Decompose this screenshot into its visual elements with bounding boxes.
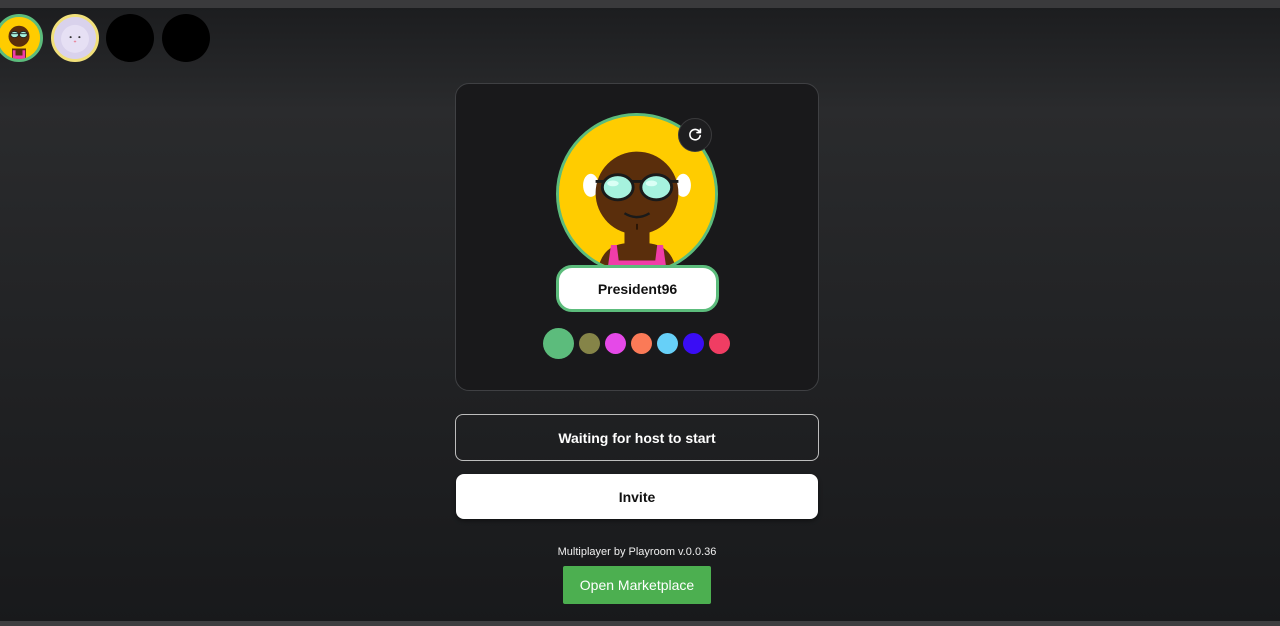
open-marketplace-button[interactable]: Open Marketplace xyxy=(563,566,711,604)
player-name-field[interactable]: President96 xyxy=(556,265,719,312)
profile-card: President96 xyxy=(455,83,819,391)
invite-label: Invite xyxy=(618,488,656,505)
sunglasses-face-icon xyxy=(0,17,40,59)
color-swatch-1[interactable] xyxy=(543,328,574,359)
waiting-label: Waiting for host to start xyxy=(558,429,716,446)
marketplace-label: Open Marketplace xyxy=(579,577,695,593)
top-bar xyxy=(0,0,1280,8)
player-slot-empty-4 xyxy=(162,14,210,62)
bunny-face-icon xyxy=(54,17,96,59)
player-avatar-2[interactable] xyxy=(51,14,99,62)
color-swatch-3[interactable] xyxy=(605,333,626,354)
invite-button[interactable]: Invite xyxy=(456,474,818,519)
color-swatch-6[interactable] xyxy=(683,333,704,354)
color-swatch-5[interactable] xyxy=(657,333,678,354)
bottom-bar xyxy=(0,621,1280,626)
player-slot-empty-3 xyxy=(106,14,154,62)
color-swatch-7[interactable] xyxy=(709,333,730,354)
waiting-for-host-status: Waiting for host to start xyxy=(455,414,819,461)
refresh-avatar-button[interactable] xyxy=(678,118,712,152)
avatar-container xyxy=(556,113,718,275)
color-swatch-4[interactable] xyxy=(631,333,652,354)
player-name-text: President96 xyxy=(597,280,678,297)
color-swatch-2[interactable] xyxy=(579,333,600,354)
refresh-icon xyxy=(689,128,702,141)
credit-text: Multiplayer by Playroom v.0.0.36 xyxy=(557,546,717,558)
player-avatar-1[interactable] xyxy=(0,14,43,62)
